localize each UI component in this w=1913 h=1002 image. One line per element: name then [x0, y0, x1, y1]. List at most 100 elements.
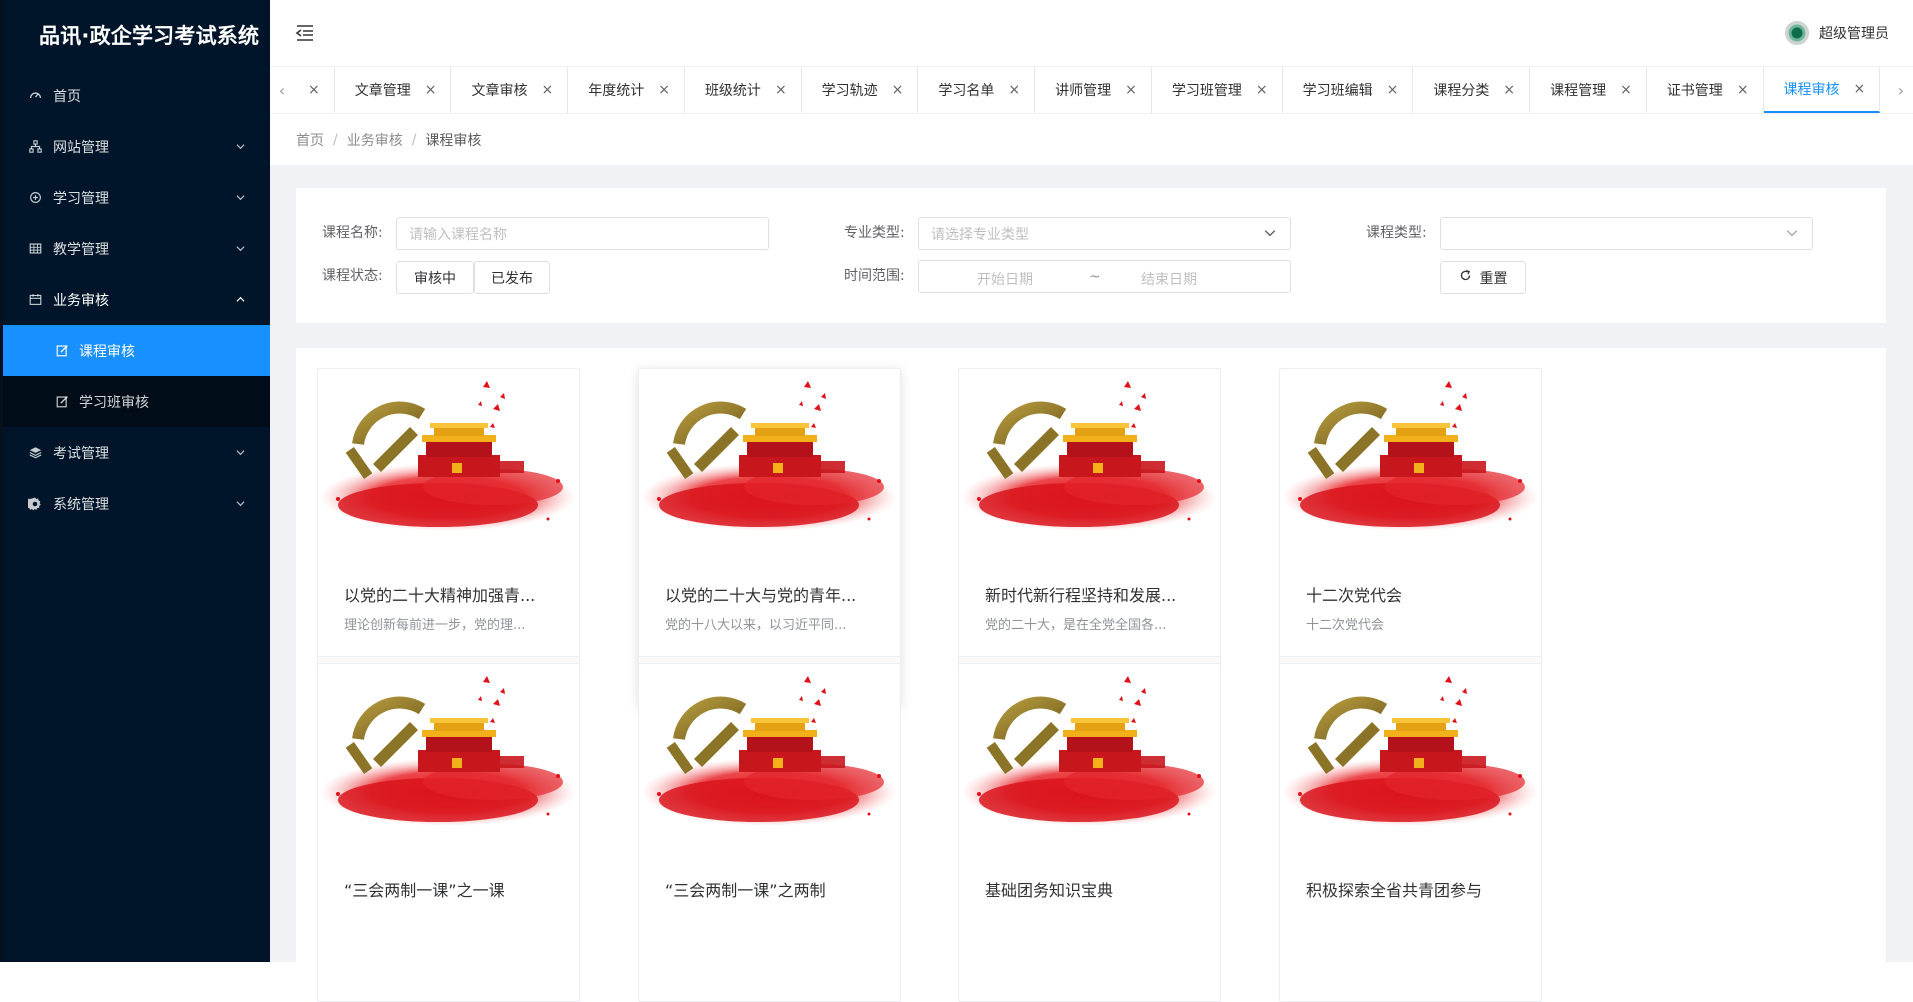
tab-7[interactable]: 讲师管理 × — [1035, 67, 1152, 113]
tab-label: 文章管理 — [354, 83, 411, 99]
course-title: 十二次党代会 — [1306, 586, 1403, 605]
close-icon[interactable]: × — [425, 83, 437, 97]
course-card[interactable]: 新时代新行程坚持和发展...党的二十大，是在全党全国各... 已开启 查看 历史 — [958, 368, 1221, 707]
tab-label: 年度统计 — [588, 83, 645, 99]
tab-5[interactable]: 学习轨迹 × — [802, 67, 919, 113]
user-name: 超级管理员 — [1819, 26, 1889, 42]
course-card-grid: 以党的二十大精神加强青...理论创新每前进一步，党的理... 已开启 查看 历史… — [296, 348, 1886, 1002]
course-card[interactable]: “三会两制一课”之两制 — [638, 663, 901, 1002]
close-icon[interactable]: × — [1620, 83, 1632, 97]
tab-10[interactable]: 课程分类 × — [1413, 67, 1531, 113]
chevron-left-icon[interactable]: ‹ — [270, 67, 294, 113]
course-card[interactable]: 积极探索全省共青团参与 — [1279, 663, 1542, 1002]
course-card[interactable]: 以党的二十大精神加强青...理论创新每前进一步，党的理... 已开启 查看 历史 — [317, 368, 580, 707]
course-title: 以党的二十大精神加强青... — [344, 586, 536, 605]
course-name-input[interactable]: 请输入课程名称 — [396, 217, 769, 250]
course-title: 积极探索全省共青团参与 — [1306, 881, 1483, 900]
close-icon[interactable]: × — [1256, 83, 1268, 97]
sidebar-item-label: 系统管理 — [53, 496, 109, 513]
reset-label: 重置 — [1479, 270, 1508, 287]
date-range-picker[interactable]: 开始日期 ~ 结束日期 — [918, 260, 1291, 293]
close-icon[interactable]: × — [775, 83, 787, 97]
close-icon[interactable]: × — [658, 83, 670, 97]
tab-overflow[interactable]: × — [294, 67, 335, 113]
sidebar-item-teaching[interactable]: 教学管理 — [3, 223, 270, 274]
course-name-label: 课程名称: — [322, 225, 383, 241]
sidebar-item-label: 学习管理 — [53, 190, 109, 207]
sidebar-item-label: 学习班审核 — [79, 394, 149, 411]
sidebar-item-label: 考试管理 — [53, 445, 109, 462]
tab-label: 学习轨迹 — [821, 83, 878, 99]
close-icon[interactable]: × — [1387, 83, 1399, 97]
date-range-separator: ~ — [1089, 269, 1101, 285]
course-card[interactable]: 十二次党代会十二次党代会 已开启 查看 历史 — [1279, 368, 1542, 707]
tab-label: 学习班管理 — [1171, 83, 1242, 99]
major-type-placeholder: 请选择专业类型 — [931, 226, 1029, 243]
reset-button[interactable]: 重置 — [1440, 261, 1526, 294]
close-icon[interactable]: × — [1854, 82, 1866, 96]
tab-3[interactable]: 年度统计 × — [568, 67, 685, 113]
sidebar-item-system[interactable]: 系统管理 — [3, 478, 270, 529]
tab-label: 班级统计 — [704, 83, 761, 99]
tab-12[interactable]: 证书管理 × — [1647, 67, 1764, 113]
sidebar: 品讯·政企学习考试系统 首页 网站管理 学习管理 教学管理 业务审核 课程审核 … — [0, 0, 270, 962]
calendar-icon — [27, 292, 43, 308]
tab-label: 讲师管理 — [1055, 83, 1112, 99]
tab-bar: ‹ × 文章管理 × 文章审核 × 年度统计 × 班级统计 × 学习轨迹 × 学习名单 × 讲师管理 × 学习… — [270, 67, 1913, 114]
course-type-label: 课程类型: — [1366, 225, 1427, 241]
business-review-submenu: 课程审核 学习班审核 — [3, 325, 270, 427]
tab-label: 学习班编辑 — [1302, 83, 1373, 99]
tab-1[interactable]: 文章管理 × — [335, 67, 452, 113]
breadcrumb-home[interactable]: 首页 — [296, 130, 324, 150]
status-published-button[interactable]: 已发布 — [474, 261, 550, 294]
course-cover-image — [639, 664, 900, 849]
tab-label: 课程审核 — [1783, 82, 1840, 98]
tab-label: 学习名单 — [938, 83, 995, 99]
sidebar-item-website[interactable]: 网站管理 — [3, 121, 270, 172]
sidebar-item-home[interactable]: 首页 — [3, 70, 270, 121]
close-icon[interactable]: × — [1737, 83, 1749, 97]
status-reviewing-button[interactable]: 审核中 — [396, 261, 474, 294]
course-card[interactable]: “三会两制一课”之一课 — [317, 663, 580, 1002]
sidebar-item-class-review[interactable]: 学习班审核 — [3, 376, 270, 427]
course-card[interactable]: 基础团务知识宝典 — [958, 663, 1221, 1002]
close-icon[interactable]: × — [1503, 83, 1515, 97]
time-range-label: 时间范围: — [844, 268, 905, 284]
close-icon[interactable]: × — [1008, 83, 1020, 97]
breadcrumb-parent[interactable]: 业务审核 — [347, 130, 403, 150]
main-area: 超级管理员 ‹ × 文章管理 × 文章审核 × 年度统计 × 班级统计 × 学习轨迹 × 学习名单 × 讲… — [270, 0, 1913, 1002]
course-type-select[interactable] — [1440, 217, 1813, 250]
sidebar-item-label: 首页 — [53, 88, 81, 105]
tab-9[interactable]: 学习班编辑 × — [1283, 67, 1414, 113]
major-type-select[interactable]: 请选择专业类型 — [918, 217, 1291, 250]
chevron-right-icon[interactable]: › — [1889, 67, 1913, 113]
course-title: 新时代新行程坚持和发展... — [985, 586, 1177, 605]
chevron-down-icon — [232, 190, 248, 206]
course-card[interactable]: 以党的二十大与党的青年...党的十八大以来，以习近平同... 已开启 查看 历史 — [638, 368, 901, 707]
tab-label: 证书管理 — [1666, 83, 1723, 99]
close-icon[interactable]: × — [892, 83, 904, 97]
close-icon[interactable]: × — [308, 83, 320, 97]
course-title: “三会两制一课”之一课 — [344, 881, 505, 900]
edit-icon — [55, 395, 69, 409]
tab-11[interactable]: 课程管理 × — [1530, 67, 1647, 113]
breadcrumb-separator: / — [333, 131, 338, 148]
course-description: 理论创新每前进一步，党的理... — [344, 618, 526, 633]
sidebar-item-learning[interactable]: 学习管理 — [3, 172, 270, 223]
close-icon[interactable]: × — [541, 83, 553, 97]
sidebar-item-exam[interactable]: 考试管理 — [3, 427, 270, 478]
close-icon[interactable]: × — [1125, 83, 1137, 97]
sidebar-item-label: 业务审核 — [53, 292, 109, 309]
course-cover-image — [959, 369, 1220, 554]
menu-fold-icon[interactable] — [294, 22, 316, 44]
tab-6[interactable]: 学习名单 × — [918, 67, 1036, 113]
tab-13[interactable]: 课程审核 × — [1763, 67, 1881, 113]
chevron-down-icon — [1786, 227, 1800, 241]
tab-4[interactable]: 班级统计 × — [685, 67, 802, 113]
tab-2[interactable]: 文章审核 × — [451, 67, 569, 113]
user-menu[interactable]: 超级管理员 — [1785, 21, 1889, 45]
sidebar-item-business-review[interactable]: 业务审核 — [3, 274, 270, 325]
tab-8[interactable]: 学习班管理 × — [1152, 67, 1283, 113]
sidebar-item-course-review[interactable]: 课程审核 — [3, 325, 270, 376]
chevron-down-icon — [232, 241, 248, 257]
